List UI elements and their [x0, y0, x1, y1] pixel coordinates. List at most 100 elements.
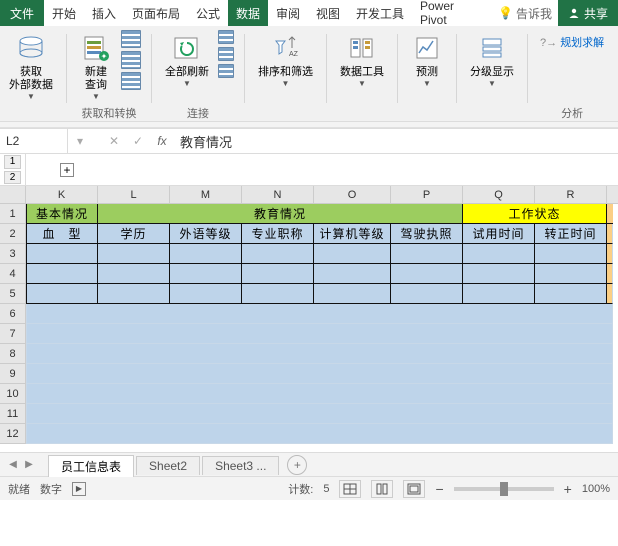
cell-header[interactable]: 驾驶执照 — [391, 224, 463, 244]
tab-data[interactable]: 数据 — [228, 0, 268, 26]
tab-insert[interactable]: 插入 — [84, 0, 124, 26]
sheet-tab[interactable]: Sheet2 — [136, 456, 200, 475]
view-page-layout-icon[interactable] — [371, 480, 393, 498]
macro-record-icon[interactable]: ▶ — [72, 482, 86, 496]
row-header[interactable]: 7 — [0, 324, 26, 344]
formula-input[interactable] — [174, 129, 618, 153]
cell[interactable] — [26, 364, 613, 384]
col-header[interactable]: M — [170, 186, 242, 204]
connections-icon[interactable] — [218, 30, 234, 44]
cell[interactable] — [98, 284, 170, 304]
outline-expand-icon[interactable]: + — [60, 163, 74, 177]
show-queries-icon[interactable] — [121, 30, 141, 48]
col-header[interactable]: Q — [463, 186, 535, 204]
cell-header[interactable]: 学历 — [98, 224, 170, 244]
col-header[interactable]: K — [26, 186, 98, 204]
cell[interactable] — [607, 204, 613, 224]
row-header[interactable]: 1 — [0, 204, 26, 224]
cell[interactable] — [391, 244, 463, 264]
sheet-tab-active[interactable]: 员工信息表 — [48, 455, 134, 477]
cell[interactable] — [26, 404, 613, 424]
sheet-nav-prev-icon[interactable]: ◀ — [6, 459, 20, 470]
cell[interactable] — [607, 244, 613, 264]
cell-header[interactable]: 血 型 — [26, 224, 98, 244]
data-tools-button[interactable]: 数据工具 ▼ — [337, 30, 387, 91]
cell[interactable] — [607, 264, 613, 284]
row-header[interactable]: 2 — [0, 224, 26, 244]
cell[interactable] — [26, 284, 98, 304]
tab-review[interactable]: 审阅 — [268, 0, 308, 26]
row-header[interactable]: 5 — [0, 284, 26, 304]
section-basic[interactable]: 基本情况 — [26, 204, 98, 224]
view-page-break-icon[interactable] — [403, 480, 425, 498]
cell-header[interactable]: 外语等级 — [170, 224, 242, 244]
cell-header[interactable]: 试用时间 — [463, 224, 535, 244]
cell[interactable] — [391, 264, 463, 284]
properties-icon[interactable] — [218, 47, 234, 61]
cell-header[interactable]: 计算机等级 — [314, 224, 391, 244]
cell[interactable] — [607, 224, 613, 244]
cell[interactable] — [535, 264, 607, 284]
get-external-data-button[interactable]: 获取 外部数据 ▼ — [6, 30, 56, 104]
outline-level-1[interactable]: 1 — [4, 155, 21, 169]
cell[interactable] — [170, 264, 242, 284]
cell[interactable] — [535, 284, 607, 304]
fx-icon[interactable]: fx — [150, 134, 174, 148]
row-header[interactable]: 6 — [0, 304, 26, 324]
col-header[interactable]: P — [391, 186, 463, 204]
outline-button[interactable]: 分级显示 ▼ — [467, 30, 517, 91]
tab-formula[interactable]: 公式 — [188, 0, 228, 26]
row-header[interactable]: 3 — [0, 244, 26, 264]
cell[interactable] — [170, 284, 242, 304]
sort-filter-button[interactable]: AZ 排序和筛选 ▼ — [255, 30, 316, 91]
worksheet-grid[interactable]: K L M N O P Q R 1 基本情况 教育情况 工作状态 2 血 型 学… — [0, 186, 618, 444]
cell[interactable] — [26, 424, 613, 444]
recent-sources-icon[interactable] — [121, 72, 141, 90]
cell[interactable] — [170, 244, 242, 264]
cell[interactable] — [26, 324, 613, 344]
zoom-level[interactable]: 100% — [582, 483, 610, 495]
col-header[interactable]: R — [535, 186, 607, 204]
cell[interactable] — [463, 244, 535, 264]
sheet-nav-next-icon[interactable]: ▶ — [22, 459, 36, 470]
section-education[interactable]: 教育情况 — [98, 204, 463, 224]
zoom-out-button[interactable]: − — [435, 481, 443, 497]
cell[interactable] — [314, 244, 391, 264]
zoom-slider[interactable] — [454, 487, 554, 491]
row-header[interactable]: 12 — [0, 424, 26, 444]
tab-view[interactable]: 视图 — [308, 0, 348, 26]
from-table-icon[interactable] — [121, 51, 141, 69]
cell[interactable] — [242, 244, 314, 264]
name-box[interactable] — [0, 129, 68, 153]
tab-layout[interactable]: 页面布局 — [124, 0, 188, 26]
cell[interactable] — [607, 284, 613, 304]
view-normal-icon[interactable] — [339, 480, 361, 498]
row-header[interactable]: 11 — [0, 404, 26, 424]
section-work[interactable]: 工作状态 — [463, 204, 607, 224]
cell[interactable] — [26, 304, 613, 324]
file-tab[interactable]: 文件 — [0, 0, 44, 26]
sheet-tab[interactable]: Sheet3 ... — [202, 456, 279, 475]
cell[interactable] — [391, 284, 463, 304]
cell[interactable] — [98, 264, 170, 284]
select-all-corner[interactable] — [0, 186, 26, 204]
accept-formula-icon[interactable]: ✓ — [126, 134, 150, 148]
cell[interactable] — [242, 264, 314, 284]
share-button[interactable]: 共享 — [558, 0, 618, 26]
cell[interactable] — [26, 384, 613, 404]
row-header[interactable]: 8 — [0, 344, 26, 364]
cell-header[interactable]: 转正时间 — [535, 224, 607, 244]
col-header[interactable]: N — [242, 186, 314, 204]
tab-powerpivot[interactable]: Power Pivot — [412, 0, 492, 26]
zoom-in-button[interactable]: + — [564, 481, 572, 497]
cell[interactable] — [314, 264, 391, 284]
cell[interactable] — [26, 264, 98, 284]
cell[interactable] — [98, 244, 170, 264]
col-header[interactable]: O — [314, 186, 391, 204]
tab-home[interactable]: 开始 — [44, 0, 84, 26]
new-query-button[interactable]: ✦ 新建 查询 ▼ — [77, 30, 115, 104]
edit-links-icon[interactable] — [218, 64, 234, 78]
cell[interactable] — [463, 264, 535, 284]
cancel-formula-icon[interactable]: ✕ — [102, 134, 126, 148]
row-header[interactable]: 9 — [0, 364, 26, 384]
